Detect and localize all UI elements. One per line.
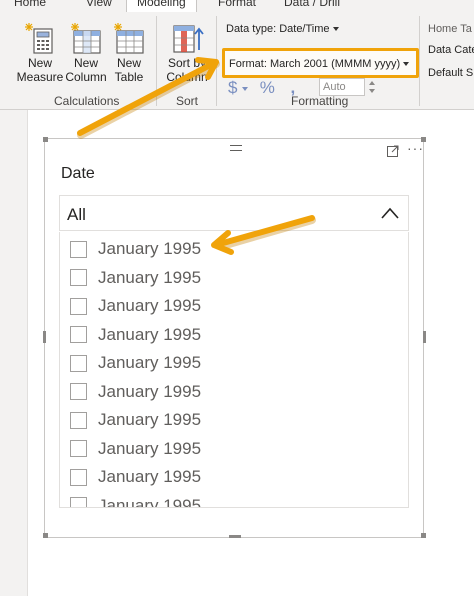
group-label-formatting: Formatting bbox=[291, 94, 349, 108]
default-summarization-dropdown[interactable]: Default S bbox=[428, 67, 473, 79]
slicer-item-label: January 1995 bbox=[98, 381, 202, 401]
resize-handle[interactable] bbox=[421, 533, 426, 538]
slicer-dropdown[interactable]: All bbox=[59, 195, 409, 231]
date-slicer-visual[interactable]: ··· Date All January 1995 January 1995 J… bbox=[43, 137, 426, 538]
new-table-button[interactable]: New Table bbox=[110, 22, 148, 84]
slicer-item[interactable]: January 1995 bbox=[60, 321, 408, 349]
slicer-title: Date bbox=[61, 165, 95, 182]
new-table-label-1: New bbox=[116, 56, 141, 70]
tab-view[interactable]: View bbox=[86, 0, 112, 9]
sort-icon bbox=[173, 25, 204, 53]
checkbox[interactable] bbox=[70, 269, 87, 286]
new-measure-label-1: New bbox=[27, 56, 52, 70]
slicer-item[interactable]: January 1995 bbox=[60, 292, 408, 320]
checkbox[interactable] bbox=[70, 411, 87, 429]
slicer-item-label: January 1995 bbox=[98, 467, 202, 486]
group-label-calculations: Calculations bbox=[54, 94, 120, 108]
slicer-selected-value: All bbox=[67, 205, 86, 224]
data-type-label: Data type: Date/Time bbox=[226, 23, 330, 35]
chevron-down-icon bbox=[403, 62, 410, 67]
slicer-item-label: January 1995 bbox=[98, 353, 202, 372]
slicer-item[interactable]: January 1995 bbox=[60, 264, 408, 292]
format-dropdown[interactable]: Format: March 2001 (MMMM yyyy) bbox=[222, 48, 419, 78]
slicer-item-label: January 1995 bbox=[98, 239, 202, 258]
home-table-dropdown[interactable]: Home Ta bbox=[428, 23, 472, 35]
tab-modeling[interactable]: Modeling bbox=[126, 0, 197, 12]
power-bi-desktop: Home View Modeling Format Data / Drill N… bbox=[0, 0, 474, 596]
sort-by-column-button[interactable]: Sort by Column bbox=[164, 22, 210, 84]
checkbox[interactable] bbox=[70, 297, 87, 315]
chevron-up-icon[interactable] bbox=[380, 206, 400, 220]
new-column-label-2: Column bbox=[65, 70, 107, 84]
slicer-item-label: January 1995 bbox=[98, 410, 202, 429]
slicer-item-label: January 1995 bbox=[98, 324, 202, 344]
calculator-icon bbox=[25, 23, 53, 54]
left-nav-strip bbox=[0, 110, 28, 596]
slicer-item[interactable]: January 1995 bbox=[60, 435, 408, 463]
checkbox[interactable] bbox=[70, 326, 87, 343]
checkbox[interactable] bbox=[70, 240, 87, 258]
slicer-item-label: January 1995 bbox=[98, 267, 202, 287]
slicer-item-label: January 1995 bbox=[98, 495, 202, 508]
table-icon bbox=[71, 23, 101, 54]
chevron-down-icon[interactable] bbox=[242, 86, 248, 91]
data-type-dropdown[interactable]: Data type: Date/Time bbox=[226, 23, 339, 35]
checkbox[interactable] bbox=[70, 468, 87, 486]
slicer-item[interactable]: January 1995 bbox=[60, 235, 408, 263]
group-separator bbox=[156, 16, 157, 106]
slicer-item[interactable]: January 1995 bbox=[60, 406, 408, 434]
new-measure-label-2: Measure bbox=[16, 70, 64, 84]
checkbox[interactable] bbox=[70, 383, 87, 400]
spinner-icon[interactable] bbox=[369, 80, 375, 94]
new-column-button[interactable]: New Column bbox=[65, 22, 107, 84]
sort-by-column-label-2: Column bbox=[166, 70, 208, 84]
sort-by-column-label-1: Sort by bbox=[167, 56, 206, 70]
resize-handle[interactable] bbox=[43, 137, 48, 142]
focus-mode-icon[interactable] bbox=[387, 145, 399, 157]
dollar-icon[interactable]: $ bbox=[228, 78, 242, 98]
ribbon-tab-strip: Home View Modeling Format Data / Drill bbox=[0, 0, 474, 12]
checkbox[interactable] bbox=[70, 354, 87, 372]
new-column-label-1: New bbox=[73, 56, 98, 70]
slicer-item[interactable]: January 1995 bbox=[60, 378, 408, 406]
ribbon: New Measure New Column New Table Calcula… bbox=[0, 12, 474, 110]
drag-grip-icon[interactable] bbox=[230, 145, 242, 151]
chevron-down-icon bbox=[332, 27, 339, 32]
resize-handle[interactable] bbox=[423, 331, 426, 343]
resize-handle[interactable] bbox=[229, 535, 241, 538]
format-label: Format: March 2001 (MMMM yyyy) bbox=[229, 58, 401, 70]
slicer-item-label: January 1995 bbox=[98, 438, 202, 458]
checkbox[interactable] bbox=[70, 440, 87, 457]
tab-format[interactable]: Format bbox=[218, 0, 256, 9]
more-options-icon[interactable]: ··· bbox=[407, 140, 424, 156]
data-category-dropdown[interactable]: Data Cate bbox=[428, 44, 474, 56]
new-measure-button[interactable]: New Measure bbox=[17, 22, 63, 84]
group-label-sort: Sort bbox=[176, 94, 199, 108]
checkbox[interactable] bbox=[70, 497, 87, 507]
tab-data-drill[interactable]: Data / Drill bbox=[284, 0, 340, 9]
slicer-item-label: January 1995 bbox=[98, 296, 202, 315]
new-table-label-2: Table bbox=[114, 70, 144, 84]
slicer-item[interactable]: January 1995 bbox=[60, 349, 408, 377]
slicer-item[interactable]: January 1995 bbox=[60, 492, 408, 508]
group-separator bbox=[216, 16, 217, 106]
percent-icon[interactable]: % bbox=[260, 78, 282, 98]
group-separator bbox=[419, 16, 420, 106]
table-icon bbox=[114, 23, 144, 54]
resize-handle[interactable] bbox=[43, 331, 46, 343]
resize-handle[interactable] bbox=[43, 533, 48, 538]
slicer-item-list: January 1995 January 1995 January 1995 J… bbox=[59, 232, 409, 508]
tab-home[interactable]: Home bbox=[14, 0, 46, 9]
slicer-item[interactable]: January 1995 bbox=[60, 463, 408, 491]
